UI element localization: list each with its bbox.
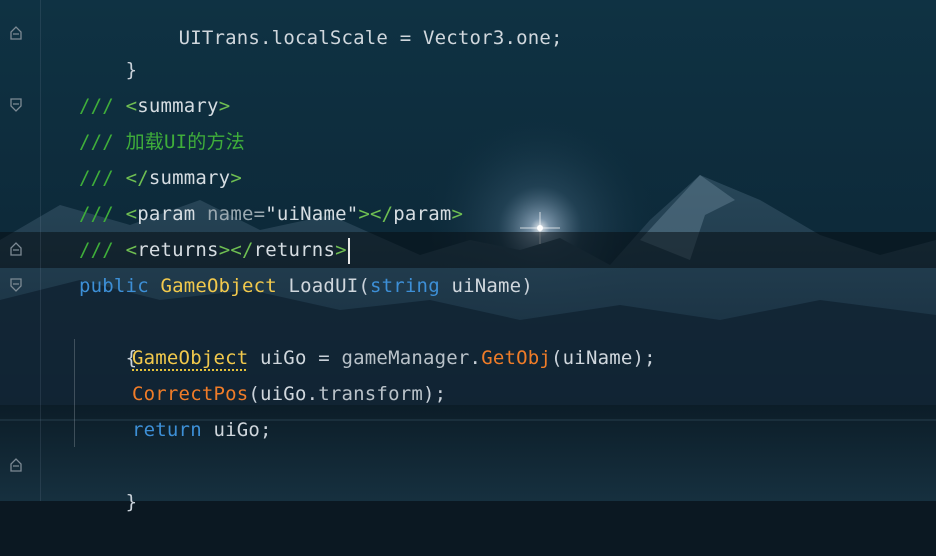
local-variable: uiGo <box>213 419 261 441</box>
fold-marker-icon[interactable] <box>9 242 23 256</box>
keyword-return: return <box>132 419 202 441</box>
xml-bracket: > <box>451 203 464 225</box>
paren: ( <box>248 383 261 405</box>
fold-marker-icon[interactable] <box>9 278 23 292</box>
xml-bracket: </ <box>125 167 149 189</box>
keyword-public: public <box>79 275 149 297</box>
doc-comment-prefix: /// <box>79 239 126 261</box>
xml-bracket: > <box>335 239 347 261</box>
code-line-doc-summary-open[interactable]: /// <summary> <box>79 88 230 124</box>
indent-guide <box>74 339 75 447</box>
xml-bracket: < <box>125 95 138 117</box>
code-line-open-brace[interactable]: { <box>79 304 137 369</box>
code-line-return[interactable]: return uiGo; <box>132 412 272 448</box>
xml-bracket: < <box>125 203 138 225</box>
argument: uiGo <box>260 383 307 405</box>
xml-bracket: < <box>125 239 138 261</box>
method-call: CorrectPos <box>132 383 249 405</box>
code-line-closing-brace[interactable]: } <box>79 448 137 513</box>
keyword-string: string <box>370 275 440 297</box>
xml-tag-name: summary <box>148 167 231 189</box>
doc-comment-prefix: /// <box>79 203 126 225</box>
code-line-doc-description[interactable]: /// 加载UI的方法 <box>79 124 245 160</box>
xml-tag-name: returns <box>137 239 219 261</box>
xml-bracket: > <box>230 167 242 189</box>
argument: uiName <box>562 347 633 369</box>
semicolon: ; <box>260 419 272 441</box>
code-text: UITrans.localScale = Vector3.one; <box>178 27 563 49</box>
local-variable: uiGo <box>260 347 307 369</box>
xml-bracket: > <box>218 95 231 117</box>
xml-attribute: name= <box>195 203 266 225</box>
code-line-closing-brace[interactable]: } <box>79 16 137 81</box>
code-line-doc-param[interactable]: /// <param name="uiName"></param> <box>79 196 463 232</box>
code-line-method-signature[interactable]: public GameObject LoadUI(string uiName) <box>79 268 533 304</box>
dot: . <box>306 383 319 405</box>
xml-tag-name: summary <box>137 95 219 117</box>
fold-marker-icon[interactable] <box>9 458 23 472</box>
dot: . <box>469 347 482 369</box>
type-gameobject-warning[interactable]: GameObject <box>132 347 248 369</box>
operator: = <box>306 347 342 369</box>
xml-tag-name: param <box>137 203 196 225</box>
property-reference: transform <box>318 383 423 405</box>
paren-semicolon: ); <box>632 347 656 369</box>
text-cursor <box>347 237 350 264</box>
method-name: LoadUI <box>288 275 359 297</box>
code-line-getobj[interactable]: GameObject uiGo = gameManager.GetObj(uiN… <box>132 340 656 376</box>
xml-bracket: ></ <box>358 203 394 225</box>
type-gameobject: GameObject <box>160 275 277 297</box>
code-line-doc-summary-close[interactable]: /// </summary> <box>79 160 242 196</box>
parameter-name: uiName <box>451 275 522 297</box>
xml-attribute-value: "uiName" <box>265 203 359 225</box>
paren: ) <box>521 275 533 297</box>
xml-bracket: ></ <box>218 239 254 261</box>
paren: ( <box>551 347 563 369</box>
xml-tag-name: param <box>393 203 452 225</box>
paren: ( <box>358 275 370 297</box>
doc-comment-text: 加载UI的方法 <box>125 131 245 153</box>
xml-tag-name: returns <box>253 239 336 261</box>
doc-comment-prefix: /// <box>79 131 126 153</box>
closing-brace: } <box>125 491 138 513</box>
field-reference: gameManager <box>341 347 470 369</box>
code-line-partial[interactable]: UITrans.localScale = Vector3.one; <box>132 0 563 49</box>
fold-marker-icon[interactable] <box>9 26 23 40</box>
fold-marker-icon[interactable] <box>9 98 23 112</box>
code-line-correctpos[interactable]: CorrectPos(uiGo.transform); <box>132 376 446 412</box>
doc-comment-prefix: /// <box>79 95 126 117</box>
paren-semicolon: ); <box>423 383 447 405</box>
code-line-doc-returns[interactable]: /// <returns></returns> <box>79 232 350 268</box>
closing-brace: } <box>125 59 138 81</box>
method-call: GetObj <box>481 347 552 369</box>
doc-comment-prefix: /// <box>79 167 126 189</box>
